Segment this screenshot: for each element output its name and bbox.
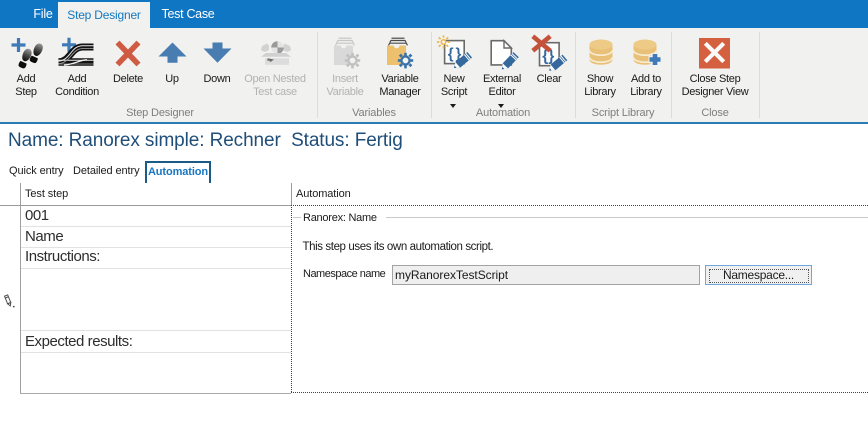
svg-text:{: { (448, 46, 454, 63)
